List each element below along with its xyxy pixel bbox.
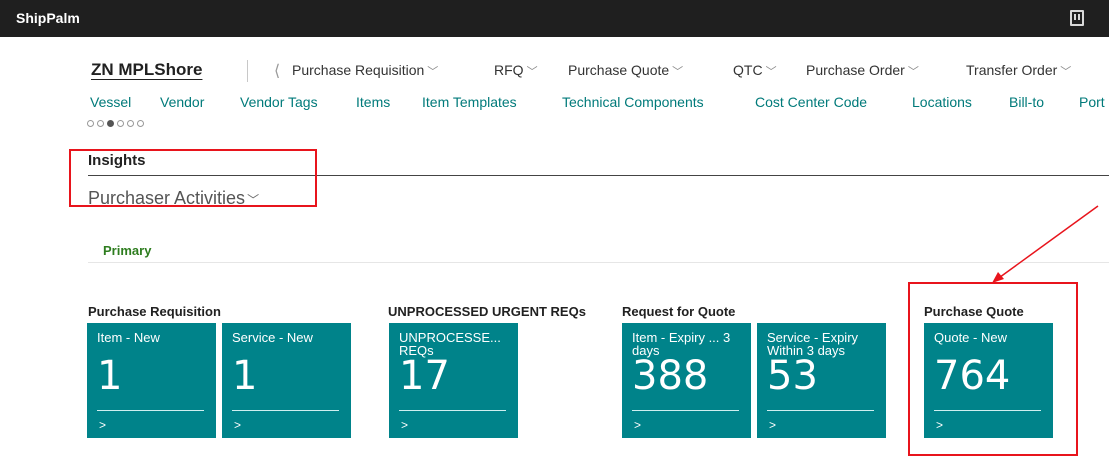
menu-label: Purchase Requisition xyxy=(292,62,425,78)
menu-purchase-requisition[interactable]: Purchase Requisition ﹀ xyxy=(292,62,438,79)
link-item-templates[interactable]: Item Templates xyxy=(422,94,517,110)
tile-divider xyxy=(97,410,204,411)
group-title-request-for-quote: Request for Quote xyxy=(622,304,736,319)
page-dot[interactable] xyxy=(117,120,124,127)
menu-qtc[interactable]: QTC ﹀ xyxy=(733,62,777,79)
page-dot[interactable] xyxy=(137,120,144,127)
chevron-right-icon: > xyxy=(769,418,777,432)
primary-divider xyxy=(88,262,1109,263)
company-name[interactable]: ZN MPLShore xyxy=(91,60,202,80)
primary-section-label: Primary xyxy=(103,243,152,258)
tile-unprocessed-reqs[interactable]: UNPROCESSE... REQs 17 > xyxy=(389,323,518,438)
page-dot[interactable] xyxy=(87,120,94,127)
link-locations[interactable]: Locations xyxy=(912,94,972,110)
link-port[interactable]: Port xyxy=(1079,94,1105,110)
chevron-down-icon: ﹀ xyxy=(1060,66,1072,78)
menu-purchase-order[interactable]: Purchase Order ﹀ xyxy=(806,62,919,79)
link-vendor-tags[interactable]: Vendor Tags xyxy=(240,94,318,110)
menu-label: RFQ xyxy=(494,62,524,78)
chevron-down-icon: ﹀ xyxy=(427,66,439,78)
chevron-down-icon: ﹀ xyxy=(765,66,777,78)
menu-label: Transfer Order xyxy=(966,62,1058,78)
chevron-down-icon: ﹀ xyxy=(907,66,919,78)
menu-rfq[interactable]: RFQ ﹀ xyxy=(494,62,538,79)
menu-transfer-order[interactable]: Transfer Order ﹀ xyxy=(966,62,1071,79)
tile-value: 1 xyxy=(232,353,258,399)
tile-item-expiry[interactable]: Item - Expiry ... 3 days 388 > xyxy=(622,323,751,438)
menu-label: Purchase Quote xyxy=(568,62,670,78)
tile-value: 17 xyxy=(399,353,450,399)
app-title[interactable]: ShipPalm xyxy=(16,10,80,26)
tile-divider xyxy=(632,410,739,411)
link-vendor[interactable]: Vendor xyxy=(160,94,204,110)
page-indicator xyxy=(87,120,144,127)
page-dot-active[interactable] xyxy=(107,120,114,127)
tile-value: 1 xyxy=(97,353,123,399)
chevron-right-icon: > xyxy=(634,418,642,432)
tile-divider xyxy=(767,410,874,411)
scroll-left-icon[interactable]: ⟨ xyxy=(274,61,280,81)
top-bar: ShipPalm xyxy=(0,0,1109,37)
link-cost-center-code[interactable]: Cost Center Code xyxy=(755,94,867,110)
chevron-down-icon: ﹀ xyxy=(672,66,684,78)
building-icon[interactable] xyxy=(1070,10,1084,26)
page-dot[interactable] xyxy=(97,120,104,127)
tile-label: Service - New xyxy=(232,330,313,345)
group-title-purchase-requisition: Purchase Requisition xyxy=(88,304,221,319)
header-divider xyxy=(247,60,248,82)
menu-label: QTC xyxy=(733,62,763,78)
page-dot[interactable] xyxy=(127,120,134,127)
tile-label: Item - New xyxy=(97,330,160,345)
chevron-right-icon: > xyxy=(234,418,242,432)
tile-value: 53 xyxy=(767,353,818,399)
menu-purchase-quote[interactable]: Purchase Quote ﹀ xyxy=(568,62,683,79)
tile-divider xyxy=(232,410,339,411)
link-bill-to[interactable]: Bill-to xyxy=(1009,94,1044,110)
group-title-unprocessed-urgent-reqs: UNPROCESSED URGENT REQs xyxy=(388,304,586,319)
tile-value: 388 xyxy=(632,353,709,399)
highlight-box-purchase-quote xyxy=(908,282,1078,456)
chevron-right-icon: > xyxy=(99,418,107,432)
chevron-down-icon: ﹀ xyxy=(526,66,538,78)
tile-service-new[interactable]: Service - New 1 > xyxy=(222,323,351,438)
annotation-arrow-line xyxy=(995,205,1099,281)
highlight-box-insights xyxy=(69,149,317,207)
chevron-right-icon: > xyxy=(401,418,409,432)
menu-label: Purchase Order xyxy=(806,62,905,78)
tile-divider xyxy=(399,410,506,411)
link-technical-components[interactable]: Technical Components xyxy=(562,94,704,110)
link-items[interactable]: Items xyxy=(356,94,390,110)
tile-service-expiry[interactable]: Service - Expiry Within 3 days 53 > xyxy=(757,323,886,438)
tile-item-new[interactable]: Item - New 1 > xyxy=(87,323,216,438)
link-vessel[interactable]: Vessel xyxy=(90,94,131,110)
